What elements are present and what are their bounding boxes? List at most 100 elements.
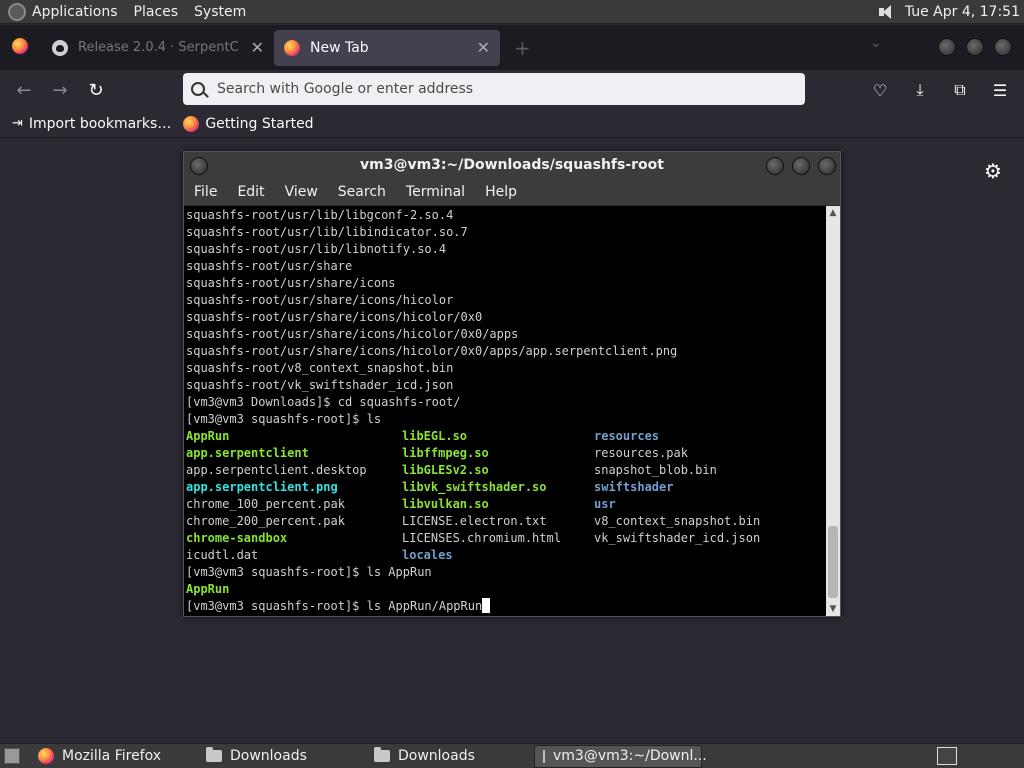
ls-entry: libvk_swiftshader.so: [402, 480, 547, 494]
ls-row: icudtl.dat locales: [186, 547, 826, 564]
ls-entry: snapshot_blob.bin: [594, 463, 717, 477]
ls-entry: vk_swiftshader_icd.json: [594, 531, 761, 545]
ls-row: app.serpentclient.png libvk_swiftshader.s…: [186, 479, 826, 496]
taskbar-label: vm3@vm3:~/Downl...: [553, 748, 707, 764]
bookmark-label: Getting Started: [205, 115, 314, 132]
terminal-line: squashfs-root/usr/share/icons/hicolor/0x…: [186, 310, 483, 324]
pocket-icon[interactable]: ♡: [862, 74, 898, 106]
getting-started-bookmark[interactable]: Getting Started: [183, 115, 314, 132]
list-tabs-chevron-icon[interactable]: ⌄: [870, 35, 882, 51]
tab-label: Release 2.0.4 · SerpentC: [78, 40, 239, 55]
reload-icon[interactable]: ↻: [78, 74, 114, 106]
terminal-line: squashfs-root/usr/lib/libgconf-2.so.4: [186, 208, 454, 222]
toolbar-right-buttons: ♡ ⤓ ⧉ ☰: [862, 74, 1018, 106]
search-icon: [191, 82, 205, 96]
new-tab-plus-icon[interactable]: +: [514, 36, 531, 60]
ls-row: AppRun libEGL.so resources: [186, 428, 826, 445]
ls-entry: LICENSES.chromium.html: [402, 531, 561, 545]
terminal-cursor: [482, 598, 491, 613]
minimize-button[interactable]: [766, 157, 784, 175]
panel-tray: Tue Apr 4, 17:51: [877, 0, 1020, 24]
menu-search[interactable]: Search: [338, 184, 386, 200]
menu-view[interactable]: View: [285, 184, 318, 200]
volume-icon[interactable]: [877, 4, 895, 20]
ls-entry: chrome-sandbox: [186, 531, 288, 545]
terminal-scrollbar[interactable]: ▲ ▼: [826, 206, 840, 616]
maximize-button[interactable]: [966, 38, 984, 56]
close-button[interactable]: [994, 38, 1012, 56]
top-panel: Applications Places System Tue Apr 4, 17…: [0, 0, 1024, 24]
menu-file[interactable]: File: [194, 184, 217, 200]
firefox-view-icon[interactable]: [12, 37, 28, 58]
system-menu[interactable]: System: [194, 4, 246, 20]
ls-row: chrome-sandbox LICENSES.chromium.html vk_s…: [186, 530, 826, 547]
browser-tab-strip: Release 2.0.4 · SerpentC ✕ New Tab ✕ + ⌄: [0, 25, 1024, 70]
taskbar-item-terminal[interactable]: vm3@vm3:~/Downl...: [534, 744, 707, 768]
taskbar-label: Mozilla Firefox: [62, 748, 162, 764]
ls-row: app.serpentclient.desktop libGLESv2.so sna…: [186, 462, 826, 479]
extensions-icon[interactable]: ⧉: [942, 74, 978, 106]
terminal-line: squashfs-root/usr/share/icons: [186, 276, 396, 290]
close-tab-icon[interactable]: ✕: [251, 38, 264, 57]
firefox-icon: [38, 748, 54, 764]
hamburger-menu-icon[interactable]: ☰: [982, 74, 1018, 106]
import-bookmarks-link[interactable]: ⇥ Import bookmarks…: [12, 116, 171, 132]
terminal-window-controls: [766, 157, 836, 175]
close-button[interactable]: [818, 157, 836, 175]
ls-entry: libEGL.so: [402, 429, 468, 443]
ls-entry: libvulkan.so: [402, 497, 489, 511]
terminal-line: squashfs-root/vk_swiftshader_icd.json: [186, 378, 454, 392]
distro-logo-icon[interactable]: [8, 2, 26, 21]
taskbar-item-downloads-1[interactable]: Downloads: [198, 745, 366, 768]
scroll-down-arrow-icon[interactable]: ▼: [826, 602, 840, 616]
taskbar-item-firefox[interactable]: Mozilla Firefox: [30, 745, 198, 768]
terminal-titlebar[interactable]: vm3@vm3:~/Downloads/squashfs-root: [184, 152, 840, 178]
github-icon: [52, 39, 68, 56]
taskbar-label: Downloads: [230, 748, 307, 764]
ls-row: app.serpentclient libffmpeg.so resources.p…: [186, 445, 826, 462]
terminal-window: vm3@vm3:~/Downloads/squashfs-root File E…: [183, 151, 841, 617]
window-menu-button[interactable]: [190, 157, 208, 175]
url-bar[interactable]: [183, 73, 805, 105]
ls-entry: chrome_200_percent.pak: [186, 514, 345, 528]
terminal-output[interactable]: squashfs-root/usr/lib/libgconf-2.so.4 squ…: [184, 206, 826, 616]
terminal-line: squashfs-root/usr/share/icons/hicolor/0x…: [186, 327, 519, 341]
terminal-line: [vm3@vm3 Downloads]$ cd squashfs-root/: [186, 395, 461, 409]
ls-entry: libGLESv2.so: [402, 463, 489, 477]
firefox-icon: [183, 115, 200, 132]
current-command: [vm3@vm3 squashfs-root]$ ls AppRun/AppRu…: [186, 599, 483, 613]
workspace-switcher[interactable]: [937, 747, 957, 765]
terminal-line: [vm3@vm3 squashfs-root]$ ls AppRun: [186, 564, 826, 581]
minimize-button[interactable]: [938, 38, 956, 56]
back-arrow-icon[interactable]: ←: [6, 74, 42, 106]
forward-arrow-icon[interactable]: →: [42, 74, 78, 106]
downloads-icon[interactable]: ⤓: [902, 74, 938, 106]
bookmarks-toolbar: ⇥ Import bookmarks… Getting Started: [0, 110, 1024, 138]
terminal-menubar: File Edit View Search Terminal Help: [184, 178, 840, 206]
tab-new-tab[interactable]: New Tab ✕: [274, 29, 500, 66]
terminal-line: squashfs-root/usr/share/icons/hicolor: [186, 293, 454, 307]
folder-icon: [374, 747, 390, 762]
gear-icon[interactable]: ⚙: [984, 159, 1002, 183]
address-input[interactable]: [217, 81, 777, 97]
taskbar-label: Downloads: [398, 748, 475, 764]
terminal-line-text: AppRun: [186, 582, 230, 596]
window-controls: [938, 38, 1012, 56]
panel-clock[interactable]: Tue Apr 4, 17:51: [905, 4, 1020, 20]
scrollbar-thumb[interactable]: [828, 526, 838, 598]
show-desktop-icon[interactable]: [4, 748, 20, 764]
menu-help[interactable]: Help: [485, 184, 517, 200]
taskbar-item-downloads-2[interactable]: Downloads: [366, 745, 534, 768]
ls-entry: locales: [402, 548, 453, 562]
maximize-button[interactable]: [792, 157, 810, 175]
menu-edit[interactable]: Edit: [237, 184, 264, 200]
menu-terminal[interactable]: Terminal: [406, 184, 465, 200]
folder-icon: [206, 747, 222, 762]
tab-release[interactable]: Release 2.0.4 · SerpentC ✕: [42, 30, 274, 66]
close-tab-icon[interactable]: ✕: [477, 38, 490, 57]
places-menu[interactable]: Places: [134, 4, 179, 20]
applications-menu[interactable]: Applications: [32, 4, 118, 20]
scroll-up-arrow-icon[interactable]: ▲: [826, 206, 840, 220]
bookmark-label: Import bookmarks…: [28, 115, 172, 132]
ls-entry: resources.pak: [594, 446, 688, 460]
